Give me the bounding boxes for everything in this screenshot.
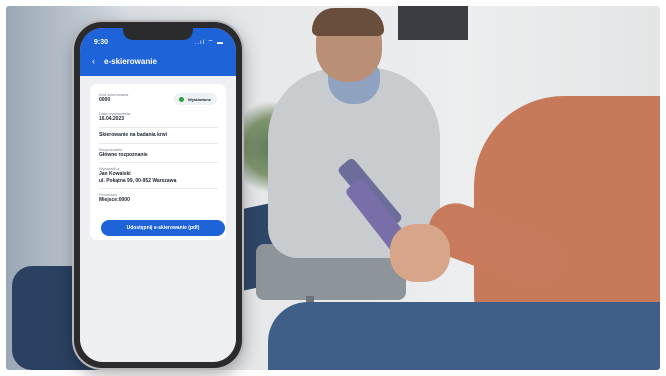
procedures-field: Procedury Miejsce:0000 bbox=[99, 192, 130, 204]
app-header: 9:30 ..ıl ⌔ ▬ ‹ e-skierowanie bbox=[80, 28, 236, 76]
referral-type: Skierowanie na badania krwi bbox=[99, 132, 168, 138]
type-field: Skierowanie na badania krwi bbox=[99, 132, 167, 139]
issuer-address: ul. Pokątna 99, 00-952 Warszawa bbox=[99, 177, 177, 184]
status-icons: ..ıl ⌔ ▬ bbox=[194, 40, 224, 46]
woman-sweater bbox=[474, 96, 660, 336]
status-text: Wystawione bbox=[188, 96, 212, 102]
status-time: 9:30 bbox=[94, 39, 109, 46]
status-dot-icon bbox=[179, 96, 184, 102]
divider bbox=[99, 188, 218, 189]
wall-picture-frame bbox=[398, 6, 468, 40]
issuer-field: Wystawił/-a Jan Kowalski ul. Pokątna 99,… bbox=[99, 166, 176, 184]
back-arrow-icon[interactable]: ‹ bbox=[92, 56, 95, 66]
phone-mockup: 9:30 ..ıl ⌔ ▬ ‹ e-skierowanie Kod skiero… bbox=[74, 22, 242, 368]
phone-screen: 9:30 ..ıl ⌔ ▬ ‹ e-skierowanie Kod skiero… bbox=[80, 28, 236, 362]
status-badge: Wystawione bbox=[174, 93, 218, 105]
procedures-value: Miejsce:0000 bbox=[99, 197, 130, 203]
divider bbox=[99, 162, 218, 163]
share-referral-button[interactable]: Udostępnij e-skierowanie (pdf) bbox=[101, 220, 225, 236]
referral-card: Kod skierowania 0000 Wystawione Data wys… bbox=[90, 84, 226, 240]
date-field: Data wystawienia 16.04.2023 bbox=[99, 111, 130, 123]
divider bbox=[99, 127, 218, 128]
date-value: 16.04.2023 bbox=[99, 116, 125, 122]
diagnosis-field: Rozpoznanie Główne rozpoznanie bbox=[99, 147, 148, 159]
woman-jeans bbox=[268, 302, 660, 370]
man-hair bbox=[312, 8, 384, 36]
diagnosis-value: Główne rozpoznanie bbox=[99, 152, 148, 158]
page-title: e-skierowanie bbox=[104, 57, 157, 66]
divider bbox=[99, 143, 218, 144]
phone-notch bbox=[123, 28, 193, 40]
code-field: Kod skierowania 0000 bbox=[99, 92, 128, 104]
code-value: 0000 bbox=[99, 97, 111, 103]
woman-hand bbox=[390, 224, 450, 282]
